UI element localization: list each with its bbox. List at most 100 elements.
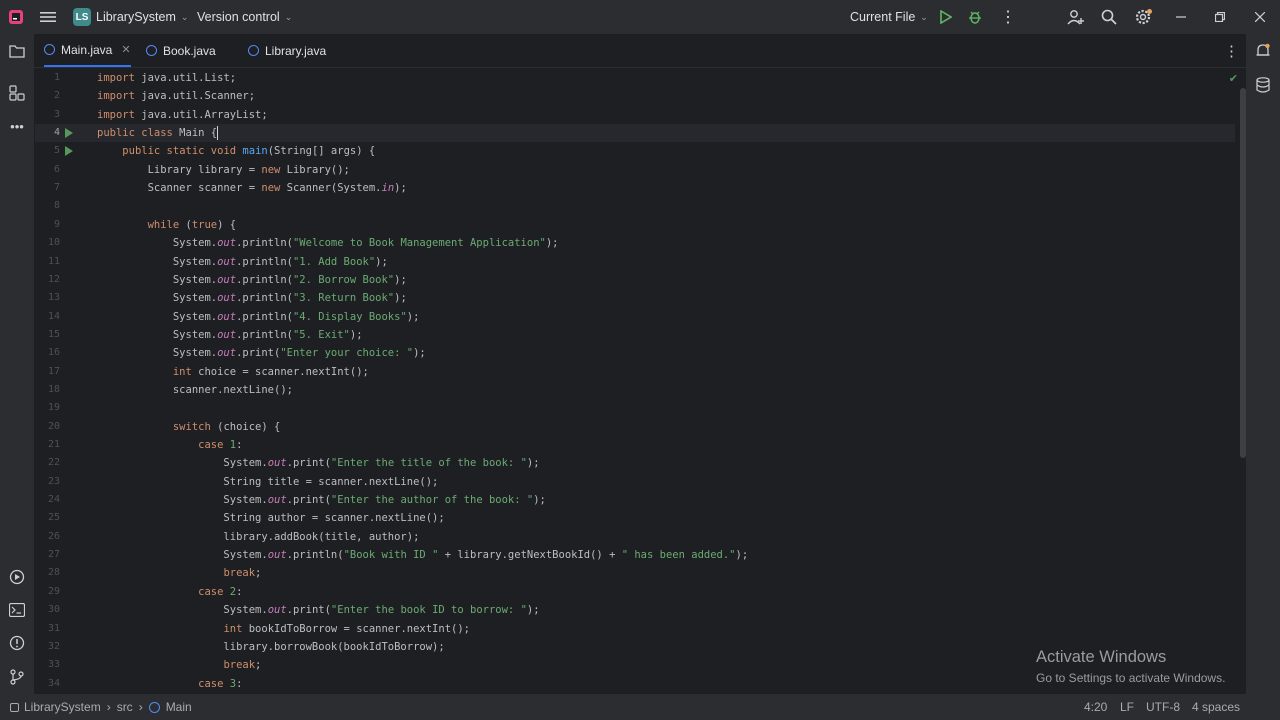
code-line[interactable]: 27 System.out.println("Book with ID " + … <box>35 546 1235 564</box>
main-menu-icon[interactable] <box>40 0 56 34</box>
line-number: 19 <box>47 402 60 414</box>
code-line[interactable]: 21 case 1: <box>35 436 1235 454</box>
code-line[interactable]: 11 System.out.println("1. Add Book"); <box>35 253 1235 271</box>
code-line[interactable]: 26 library.addBook(title, author); <box>35 528 1235 546</box>
code-line[interactable]: 8 <box>35 197 1235 215</box>
add-user-icon[interactable] <box>1067 0 1085 34</box>
module-icon <box>10 702 19 712</box>
close-tab-icon[interactable]: ✕ <box>121 43 130 56</box>
code-line[interactable]: 5 public static void main(String[] args)… <box>35 142 1235 160</box>
tab-main-java[interactable]: Main.java ✕ <box>44 34 131 67</box>
code-line[interactable]: 1 import java.util.List; <box>35 69 1235 87</box>
code-line[interactable]: 28 break; <box>35 564 1235 582</box>
code-editor[interactable]: ✔ 1 import java.util.List; 2 import java.ut… <box>35 68 1246 694</box>
vcs-selector[interactable]: Version control ⌄ <box>197 0 292 34</box>
services-icon[interactable] <box>7 567 27 587</box>
code-line[interactable]: 25 String author = scanner.nextLine(); <box>35 509 1235 527</box>
code-line[interactable]: 7 Scanner scanner = new Scanner(System.i… <box>35 179 1235 197</box>
code-token: Main <box>172 127 211 140</box>
code-token: System. <box>97 549 268 562</box>
search-icon[interactable] <box>1101 0 1117 34</box>
gutter-run-icon[interactable] <box>65 128 73 139</box>
restore-icon[interactable] <box>1215 0 1225 34</box>
project-selector[interactable]: LS LibrarySystem ⌄ <box>73 0 188 34</box>
code-token: System. <box>97 273 218 286</box>
project-folder-icon[interactable] <box>7 41 27 61</box>
project-badge: LS <box>73 8 91 26</box>
keyword-token: new <box>261 182 281 195</box>
code-line[interactable]: 31 int bookIdToBorrow = scanner.nextInt(… <box>35 620 1235 638</box>
run-config-selector[interactable]: Current File ⌄ <box>850 0 928 34</box>
tab-options-icon[interactable]: ⋮ <box>1224 34 1239 67</box>
more-tools-icon[interactable]: ••• <box>7 116 27 136</box>
code-line[interactable]: 18 scanner.nextLine(); <box>35 381 1235 399</box>
code-line[interactable]: 29 case 2: <box>35 583 1235 601</box>
code-line[interactable]: 13 System.out.println("3. Return Book"); <box>35 289 1235 307</box>
notifications-bell-icon[interactable] <box>1253 41 1273 61</box>
gutter-run-icon[interactable] <box>65 146 73 157</box>
code-token: ( <box>179 218 192 231</box>
code-line[interactable]: 30 System.out.print("Enter the book ID t… <box>35 601 1235 619</box>
minimize-icon[interactable] <box>1176 0 1186 34</box>
app-logo-icon[interactable] <box>8 0 24 34</box>
breadcrumb-class[interactable]: Main <box>166 700 192 714</box>
indent-setting[interactable]: 4 spaces <box>1192 694 1240 720</box>
code-line[interactable]: 19 <box>35 399 1235 417</box>
breadcrumb-src[interactable]: src <box>117 700 133 714</box>
line-number: 28 <box>47 567 60 579</box>
caret-position[interactable]: 4:20 <box>1084 694 1107 720</box>
more-actions-icon[interactable]: ⋮ <box>1000 0 1016 34</box>
code-line[interactable]: 20 switch (choice) { <box>35 418 1235 436</box>
breadcrumb-project[interactable]: LibrarySystem <box>24 700 101 714</box>
settings-gear-icon[interactable] <box>1134 0 1152 34</box>
code-line[interactable]: 16 System.out.print("Enter your choice: … <box>35 344 1235 362</box>
code-line[interactable]: 3 import java.util.ArrayList; <box>35 106 1235 124</box>
keyword-token: switch <box>172 420 211 433</box>
code-line[interactable]: 4 public class Main { <box>35 124 1235 143</box>
code-line[interactable]: 12 System.out.println("2. Borrow Book"); <box>35 271 1235 289</box>
code-line[interactable]: 23 String title = scanner.nextLine(); <box>35 473 1235 491</box>
code-line[interactable]: 15 System.out.println("5. Exit"); <box>35 326 1235 344</box>
close-window-icon[interactable] <box>1255 0 1265 34</box>
keyword-token: break <box>223 567 256 580</box>
run-icon[interactable] <box>940 0 952 34</box>
tab-book-java[interactable]: Book.java <box>146 34 216 67</box>
status-bar: LibrarySystem › src › Main 4:20 LF UTF-8… <box>0 694 1280 720</box>
code-line[interactable]: 6 Library library = new Library(); <box>35 161 1235 179</box>
structure-icon[interactable] <box>7 83 27 103</box>
tab-library-java[interactable]: Library.java <box>248 34 326 67</box>
line-code: Scanner scanner = new Scanner(System.in)… <box>97 179 407 197</box>
chevron-right-icon: › <box>106 700 111 714</box>
line-ending[interactable]: LF <box>1120 694 1134 720</box>
problems-icon[interactable] <box>7 633 27 653</box>
code-line[interactable]: 14 System.out.println("4. Display Books"… <box>35 308 1235 326</box>
field-token: out <box>217 255 237 268</box>
code-token: ); <box>394 182 407 195</box>
code-line[interactable]: 22 System.out.print("Enter the title of … <box>35 454 1235 472</box>
string-token: "Enter the book ID to borrow: " <box>330 604 527 617</box>
keyword-token: int <box>223 622 243 635</box>
keyword-token: while <box>147 218 180 231</box>
line-number: 26 <box>47 530 60 542</box>
database-icon[interactable] <box>1253 75 1273 95</box>
line-number: 5 <box>53 145 60 157</box>
terminal-icon[interactable] <box>7 600 27 620</box>
line-code: scanner.nextLine(); <box>97 381 293 399</box>
git-branch-icon[interactable] <box>7 667 27 687</box>
vertical-scrollbar[interactable] <box>1240 88 1246 458</box>
file-encoding[interactable]: UTF-8 <box>1146 694 1180 720</box>
debug-icon[interactable] <box>967 0 983 34</box>
line-code: break; <box>97 656 261 674</box>
code-line[interactable]: 9 while (true) { <box>35 216 1235 234</box>
code-line[interactable]: 17 int choice = scanner.nextInt(); <box>35 363 1235 381</box>
line-code: switch (choice) { <box>97 418 280 436</box>
code-line[interactable]: 24 System.out.print("Enter the author of… <box>35 491 1235 509</box>
keyword-token: new <box>261 163 281 176</box>
line-code: System.out.println("3. Return Book"); <box>97 289 407 307</box>
code-line[interactable]: 10 System.out.println("Welcome to Book M… <box>35 234 1235 252</box>
code-token: : <box>236 677 243 690</box>
code-line[interactable]: 2 import java.util.Scanner; <box>35 87 1235 105</box>
